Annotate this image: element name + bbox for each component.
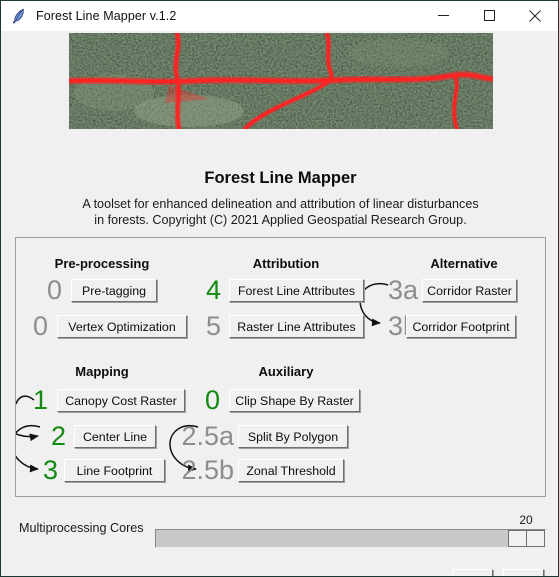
multiprocessing-cores-value: 20 [519,513,533,527]
step-number-split-by-polygon: 2.5a [181,421,234,451]
button-forest-line-attributes[interactable]: Forest Line Attributes [229,279,364,302]
button-pre-tagging[interactable]: Pre-tagging [71,279,157,302]
description-line-2: in forests. Copyright (C) 2021 Applied G… [94,213,467,227]
step-number-pre-tagging: 0 [46,275,62,305]
button-raster-line-attributes[interactable]: Raster Line Attributes [229,315,364,338]
step-number-center-line: 2 [50,421,66,451]
multiprocessing-cores-slider[interactable] [155,529,546,548]
arrow-2-to-3 [16,425,41,473]
step-number-vertex-optimization: 0 [32,311,48,341]
caption-button-group [420,1,558,31]
minimize-icon [437,15,449,16]
step-number-canopy-cost-raster: 1 [32,385,48,415]
exit-button[interactable]: EXIT [503,569,544,576]
maximize-icon [483,10,495,21]
minimize-button[interactable] [420,1,466,31]
feather-quill-icon [12,8,24,24]
button-canopy-cost-raster[interactable]: Canopy Cost Raster [57,389,185,412]
button-split-by-polygon[interactable]: Split By Polygon [238,425,348,448]
multiprocessing-cores-label: Multiprocessing Cores [19,521,144,535]
maximize-button[interactable] [466,1,512,31]
button-zonal-threshold[interactable]: Zonal Threshold [238,459,344,482]
tools-panel: Pre-processing Attribution Alternative M… [15,237,546,497]
help-button[interactable]: HELP [452,569,493,576]
section-heading-pre-processing: Pre-processing [54,256,150,271]
slider-thumb[interactable] [508,530,545,547]
step-number-raster-line-attributes: 5 [205,311,221,341]
button-corridor-raster[interactable]: Corridor Raster [422,279,517,302]
arrow-3a-to-3b [359,283,389,327]
arrow-into-1 [16,395,35,405]
footer-button-group: HELP EXIT [452,569,544,576]
section-heading-mapping: Mapping [75,364,129,379]
window-title: Forest Line Mapper v.1.2 [36,8,177,23]
description-line-1: A toolset for enhanced delineation and a… [82,197,479,211]
arrow-1-to-2 [16,432,39,442]
application-window: Forest Line Mapper v.1.2 Forest Line Map… [0,0,559,577]
section-heading-alternative: Alternative [430,256,498,271]
page-title: Forest Line Mapper [204,169,357,187]
button-corridor-footprint[interactable]: Corridor Footprint [406,315,516,338]
section-heading-auxiliary: Auxiliary [258,364,314,379]
client-area: Forest Line Mapper A toolset for enhance… [1,31,558,576]
page-description: A toolset for enhanced delineation and a… [1,196,558,228]
step-number-clip-shape-by-raster: 0 [204,385,220,415]
close-button[interactable] [512,1,558,31]
slider-thumb-right-half [527,531,545,546]
slider-thumb-left-half [509,531,527,546]
banner-image [69,33,493,129]
button-line-footprint[interactable]: Line Footprint [64,459,165,482]
button-clip-shape-by-raster[interactable]: Clip Shape By Raster [229,389,360,412]
step-number-corridor-raster: 3a [387,275,418,305]
title-bar: Forest Line Mapper v.1.2 [1,1,558,31]
step-number-line-footprint: 3 [42,455,58,485]
step-number-zonal-threshold: 2.5b [181,455,234,485]
button-vertex-optimization[interactable]: Vertex Optimization [57,315,187,338]
close-icon [529,9,541,22]
button-center-line[interactable]: Center Line [74,425,156,448]
step-number-forest-line-attributes: 4 [205,275,221,305]
section-heading-attribution: Attribution [252,256,320,271]
